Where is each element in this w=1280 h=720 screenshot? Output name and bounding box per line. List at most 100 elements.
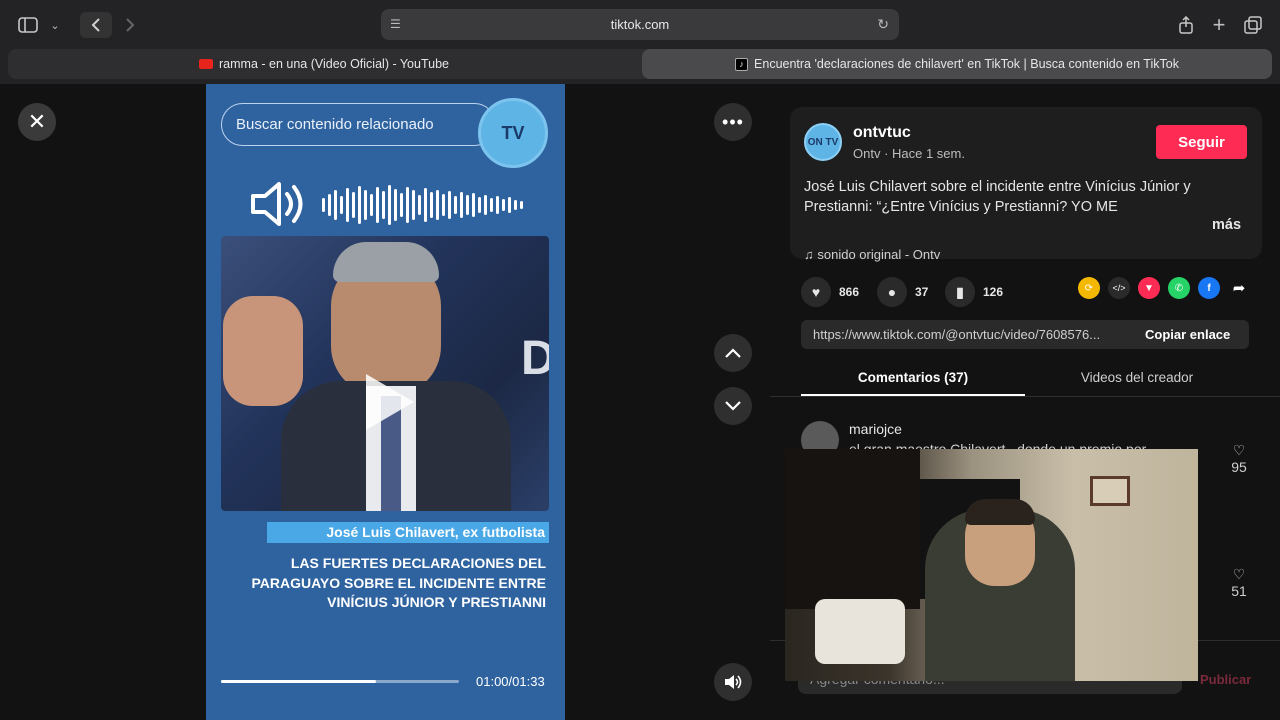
whatsapp-icon[interactable]: ✆	[1168, 277, 1190, 299]
send-icon[interactable]: ▼	[1138, 277, 1160, 299]
waveform-bar	[340, 196, 343, 214]
tab-comments[interactable]: Comentarios (37)	[801, 370, 1025, 385]
waveform-bar	[376, 187, 379, 223]
waveform-bar	[334, 190, 337, 220]
more-options-button[interactable]: •••	[714, 103, 752, 141]
heart-icon: ♥	[801, 277, 831, 307]
waveform-bar	[400, 193, 403, 217]
tab-youtube[interactable]: ramma - en una (Video Oficial) - YouTube	[8, 49, 640, 79]
ontv-logo: TV	[478, 98, 548, 168]
waveform-bar	[448, 191, 451, 219]
waveform-bar	[442, 194, 445, 216]
page-settings-icon[interactable]: ☰	[390, 17, 401, 31]
facebook-icon[interactable]: f	[1198, 277, 1220, 299]
tab-label: Encuentra 'declaraciones de chilavert' e…	[754, 57, 1179, 71]
save-button[interactable]: ▮ 126	[945, 277, 1003, 307]
video-player[interactable]: Buscar contenido relacionado TV D José L…	[206, 84, 565, 720]
caption-name-bar: José Luis Chilavert, ex futbolista	[267, 522, 549, 543]
video-link-url[interactable]: https://www.tiktok.com/@ontvtuc/video/76…	[813, 327, 1131, 342]
browser-toolbar: ⌄ ☰ tiktok.com ↻ + ramma - en una (Video…	[0, 0, 1280, 84]
address-bar[interactable]: ☰ tiktok.com ↻	[381, 9, 899, 40]
waveform-bar	[322, 198, 325, 212]
volume-button[interactable]	[714, 663, 752, 701]
play-icon[interactable]	[366, 374, 414, 430]
embed-icon[interactable]: </>	[1108, 277, 1130, 299]
tab-strip: ramma - en una (Video Oficial) - YouTube…	[8, 49, 1272, 79]
comment-username[interactable]: mariojce	[849, 421, 902, 437]
music-note-icon: ♫	[804, 247, 818, 262]
waveform-bar	[406, 187, 409, 223]
share-icon[interactable]	[1174, 12, 1198, 38]
sidebar-toggle-icon[interactable]	[14, 12, 42, 38]
like-button[interactable]: ♥ 866	[801, 277, 859, 307]
youtube-icon	[199, 59, 213, 69]
waveform-bar	[502, 199, 505, 211]
comment-like-button[interactable]: ♡ 95	[1225, 442, 1253, 475]
waveform-bar	[472, 193, 475, 217]
waveform-bar	[454, 196, 457, 214]
backdrop-letter: D	[521, 332, 549, 385]
waveform-bar	[358, 186, 361, 224]
comment-like-button[interactable]: ♡ 51	[1225, 566, 1253, 599]
tab-tiktok[interactable]: ♪ Encuentra 'declaraciones de chilavert'…	[642, 49, 1272, 79]
post-description: José Luis Chilavert sobre el incidente e…	[804, 179, 1191, 215]
video-link-box: https://www.tiktok.com/@ontvtuc/video/76…	[801, 320, 1249, 349]
webcam-overlay	[785, 449, 1198, 681]
chevron-down-icon[interactable]: ⌄	[46, 12, 64, 38]
author-username[interactable]: ontvtuc	[853, 124, 911, 142]
description-card: ON TV ontvtuc Ontv · Hace 1 sem. Seguir …	[790, 107, 1262, 262]
reload-icon[interactable]: ↻	[877, 16, 889, 33]
comment-like-count: 95	[1231, 459, 1247, 475]
back-button[interactable]	[80, 12, 112, 38]
waveform-bar	[328, 194, 331, 216]
waveform-bar	[478, 197, 481, 213]
waveform-bar	[388, 185, 391, 225]
comment-count: 37	[915, 285, 929, 299]
waveform-bar	[508, 197, 511, 213]
save-count: 126	[983, 285, 1004, 299]
waveform-bar	[520, 201, 523, 209]
waveform-bar	[460, 192, 463, 218]
video-thumbnail-photo: D	[221, 236, 549, 511]
waveform-bar	[430, 192, 433, 218]
author-subline: Ontv · Hace 1 sem.	[853, 146, 965, 161]
caption-headline: LAS FUERTES DECLARACIONES DEL PARAGUAYO …	[251, 555, 546, 610]
speaker-graphic-icon	[251, 182, 303, 226]
tab-overview-icon[interactable]	[1240, 12, 1266, 38]
comment-icon: ●	[877, 277, 907, 307]
video-progress-bar[interactable]	[221, 680, 459, 683]
waveform-bar	[418, 195, 421, 215]
new-tab-icon[interactable]: +	[1208, 12, 1230, 38]
waveform-bar	[382, 191, 385, 219]
publish-button[interactable]: Publicar	[1200, 672, 1251, 687]
avatar[interactable]: ON TV	[804, 123, 842, 161]
more-link[interactable]: más	[1212, 217, 1241, 233]
tab-creator-videos[interactable]: Videos del creador	[1025, 370, 1249, 385]
video-time: 01:00/01:33	[476, 674, 545, 689]
webcam-sofa	[815, 599, 905, 664]
audio-waveform	[322, 184, 532, 226]
previous-video-button[interactable]	[714, 334, 752, 372]
waveform-bar	[424, 188, 427, 222]
follow-button[interactable]: Seguir	[1156, 125, 1247, 159]
person-hair	[333, 242, 439, 282]
waveform-bar	[346, 188, 349, 222]
related-search-placeholder: Buscar contenido relacionado	[236, 116, 434, 133]
next-video-button[interactable]	[714, 387, 752, 425]
repost-icon[interactable]: ⟳	[1078, 277, 1100, 299]
person-hand	[223, 296, 303, 406]
heart-outline-icon: ♡	[1232, 566, 1246, 582]
comment-button[interactable]: ● 37	[877, 277, 928, 307]
webcam-picture-frame	[1090, 476, 1130, 506]
forward-button[interactable]	[114, 12, 146, 38]
waveform-bar	[412, 190, 415, 220]
waveform-bar	[496, 196, 499, 214]
tab-label: ramma - en una (Video Oficial) - YouTube	[219, 57, 449, 71]
sound-link[interactable]: ♫ sonido original - Ontv	[804, 247, 940, 262]
close-button[interactable]: ✕	[18, 103, 56, 141]
like-count: 866	[839, 285, 860, 299]
related-search-input[interactable]: Buscar contenido relacionado	[221, 103, 496, 146]
share-arrow-icon[interactable]: ➦	[1228, 277, 1250, 299]
waveform-bar	[484, 195, 487, 215]
copy-link-button[interactable]: Copiar enlace	[1145, 327, 1230, 342]
